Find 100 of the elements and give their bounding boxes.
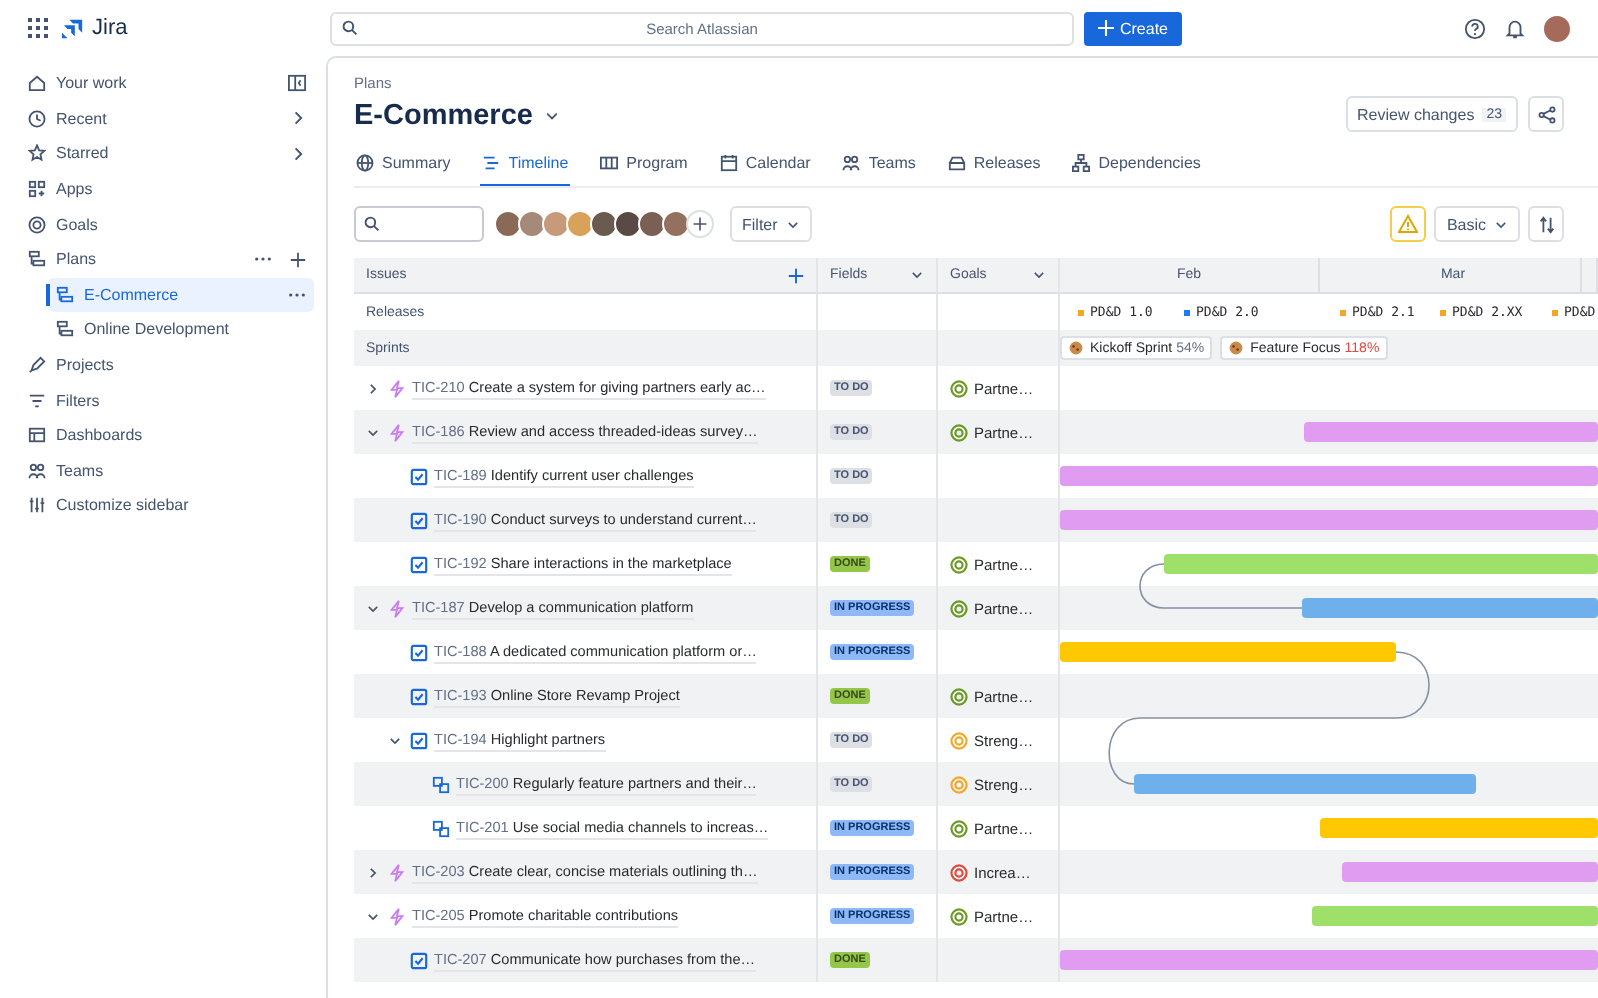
lightning-icon [388, 907, 406, 925]
chevron-down-icon[interactable] [365, 425, 379, 439]
sliders-icon [28, 496, 46, 515]
people-icon [28, 461, 46, 480]
checkbox-icon [410, 687, 428, 705]
checkbox-icon [410, 643, 428, 661]
chevron-right-icon[interactable] [290, 110, 306, 127]
product-name: Jira [92, 16, 128, 40]
sidebar-item[interactable]: Plans [20, 241, 314, 278]
sidebar-item[interactable]: Online Development [48, 312, 314, 348]
checkbox-icon [410, 731, 428, 749]
people-icon [842, 154, 861, 172]
search-icon [342, 20, 358, 36]
chevron-right-icon[interactable] [365, 865, 379, 879]
tab[interactable]: Summary [354, 144, 453, 186]
view-dropdown[interactable]: Basic [1434, 206, 1520, 242]
chevron-down-icon[interactable] [1032, 268, 1046, 282]
sidebar-item[interactable]: Starred [20, 136, 314, 172]
sidebar-label: Online Development [84, 320, 229, 339]
clock-icon [28, 109, 46, 128]
filter-icon [28, 391, 46, 410]
plan-icon [56, 320, 74, 339]
sidebar-item[interactable]: Customize sidebar [20, 488, 314, 524]
tab[interactable]: Calendar [717, 144, 813, 186]
create-button[interactable]: Create [1084, 11, 1182, 45]
tray-icon [947, 154, 966, 172]
sidebar-item[interactable]: Recent [20, 101, 314, 137]
add-person-button[interactable] [686, 210, 714, 238]
dashboard-icon [28, 426, 46, 445]
sidebar-label: Filters [56, 391, 100, 410]
share-icon [1537, 105, 1555, 123]
target-icon [28, 215, 46, 234]
sidebar-item[interactable]: Teams [20, 453, 314, 489]
sidebar-item[interactable]: Goals [20, 206, 314, 242]
help-icon[interactable] [1464, 17, 1486, 39]
globe-icon [356, 154, 374, 172]
sidebar-item[interactable]: Projects [20, 347, 314, 383]
sidebar-label: Projects [56, 356, 114, 375]
sidebar-collapse-icon[interactable] [288, 74, 306, 93]
sidebar-label: Recent [56, 109, 107, 128]
tab[interactable]: Teams [840, 144, 918, 186]
sidebar-item[interactable]: Apps [20, 171, 314, 207]
home-icon [28, 74, 46, 93]
avatar[interactable] [662, 210, 690, 238]
plan-icon [28, 250, 46, 269]
chevron-down-icon [1494, 217, 1508, 231]
filter-dropdown[interactable]: Filter [730, 206, 812, 242]
plan-icon [56, 285, 74, 304]
hierarchy-icon [1072, 154, 1091, 172]
cookie-icon [1228, 340, 1245, 356]
apps-icon [28, 180, 46, 199]
chevron-down-icon [785, 217, 800, 231]
avatar[interactable] [494, 210, 522, 238]
bell-icon[interactable] [1504, 17, 1526, 39]
sidebar-item[interactable]: Your work [20, 66, 314, 102]
checkbox-icon [410, 511, 428, 529]
add-icon[interactable] [290, 251, 306, 268]
chevron-down-icon[interactable] [544, 108, 561, 124]
tab[interactable]: Releases [945, 144, 1043, 186]
checkbox-icon [410, 467, 428, 485]
plus-icon [692, 216, 708, 232]
app-switcher-icon[interactable] [28, 18, 48, 38]
sidebar-label: E-Commerce [84, 285, 179, 304]
avatar[interactable] [590, 210, 618, 238]
avatar[interactable] [638, 210, 666, 238]
columns-icon [600, 154, 619, 172]
avatar[interactable] [614, 210, 642, 238]
cookie-icon [1068, 340, 1084, 356]
filter-search-field[interactable] [354, 206, 484, 242]
sort-icon [1537, 215, 1555, 233]
sidebar-label: Plans [56, 250, 97, 269]
tab[interactable]: Program [598, 144, 690, 186]
star-icon [28, 144, 46, 163]
chevron-down-icon[interactable] [910, 268, 924, 282]
sidebar-item[interactable]: Dashboards [20, 417, 314, 454]
settings-button[interactable] [1528, 206, 1564, 242]
sidebar-label: Teams [56, 461, 104, 480]
chevron-down-icon[interactable] [365, 909, 379, 923]
add-icon[interactable] [788, 267, 804, 283]
subtask-icon [432, 775, 450, 793]
sidebar-label: Your work [56, 74, 127, 93]
tab[interactable]: Dependencies [1070, 144, 1203, 186]
share-button[interactable] [1528, 96, 1564, 132]
user-avatar[interactable] [1544, 15, 1570, 41]
checkbox-icon [410, 555, 428, 573]
chevron-right-icon[interactable] [290, 145, 306, 162]
sidebar-label: Dashboards [56, 426, 143, 445]
sidebar-item[interactable]: Filters [20, 382, 314, 418]
sidebar-label: Starred [56, 144, 109, 163]
search-icon [364, 216, 380, 232]
plus-icon [1097, 20, 1114, 36]
page-title: E-Commerce [354, 100, 533, 132]
logo-icon [62, 17, 84, 39]
tab[interactable]: Timeline [480, 144, 571, 186]
chevron-down-icon[interactable] [365, 601, 379, 615]
chevron-right-icon[interactable] [365, 381, 379, 395]
sidebar-label: Apps [56, 180, 93, 199]
sidebar-item[interactable]: E-Commerce [48, 277, 314, 313]
calendar-icon [719, 154, 738, 172]
chevron-down-icon[interactable] [387, 733, 401, 747]
